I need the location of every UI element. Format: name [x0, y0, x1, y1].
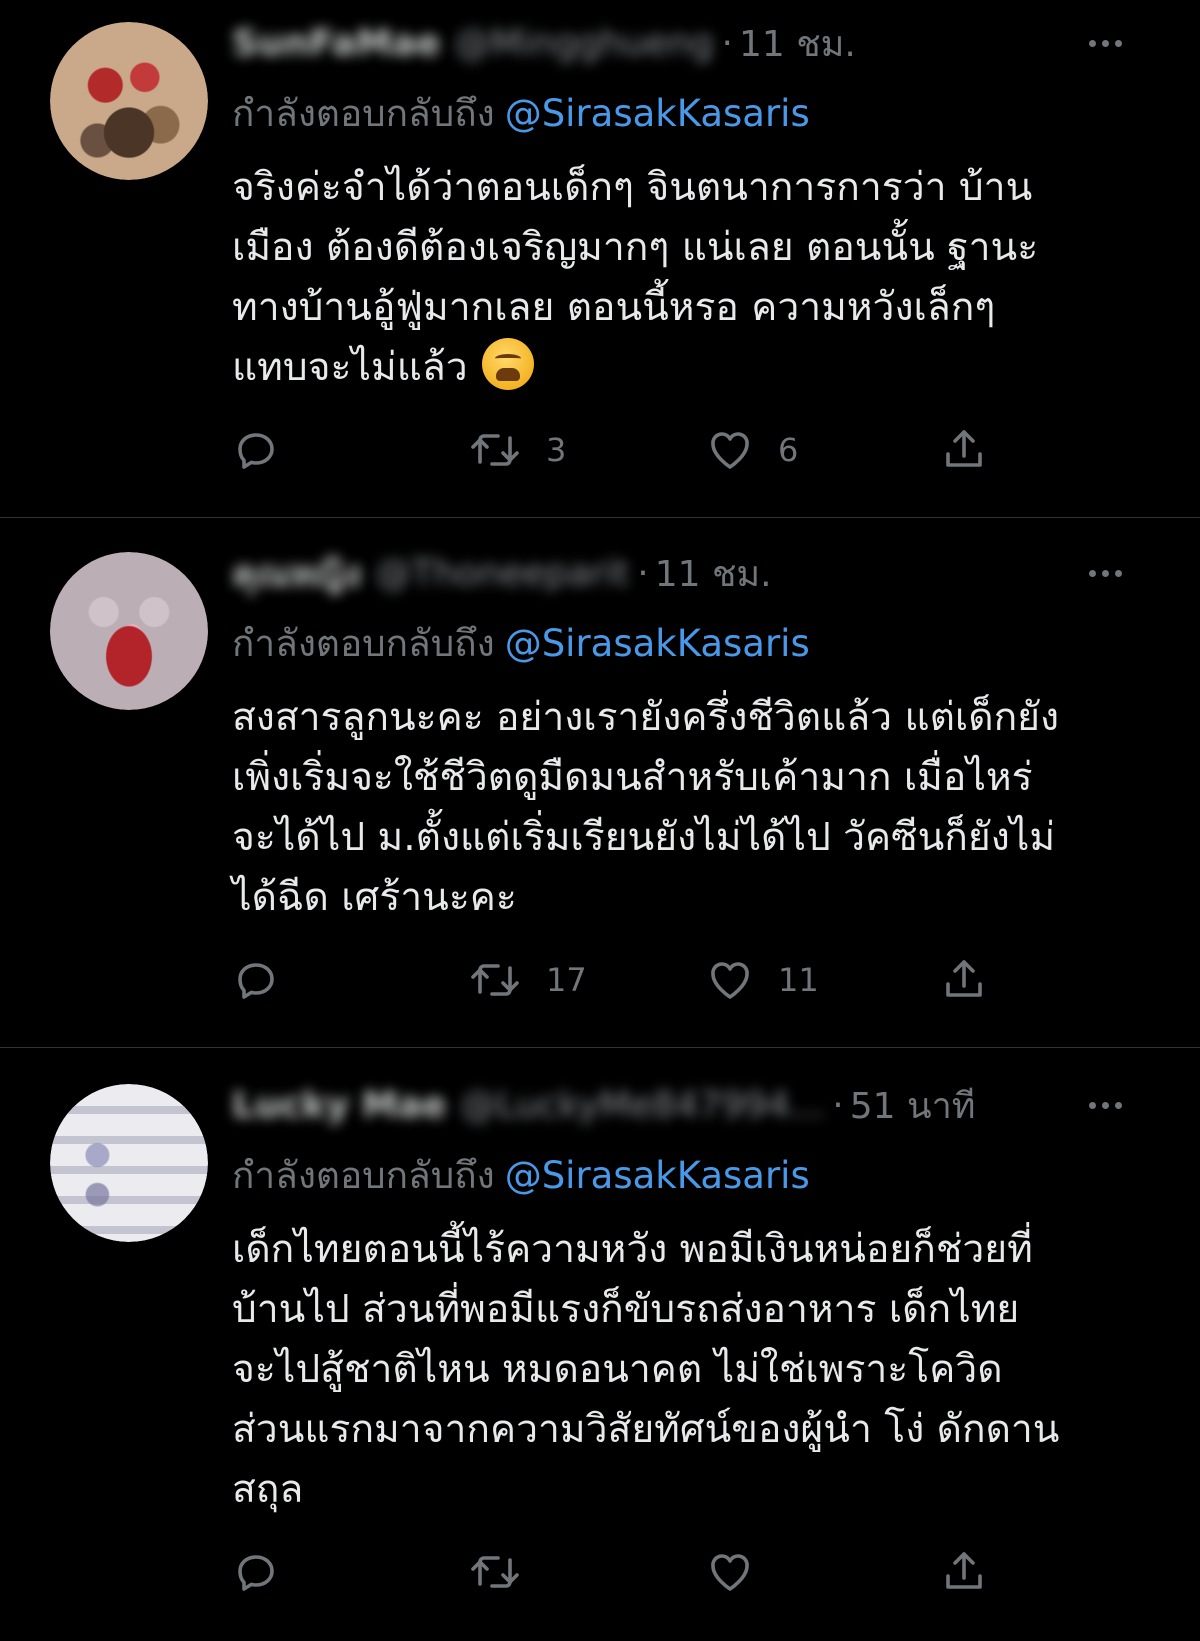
more-options-button[interactable] — [1080, 1080, 1130, 1130]
like-button[interactable]: 11 — [706, 950, 819, 1010]
mention-link[interactable]: @SirasakKasaris — [505, 1154, 810, 1197]
retweet-button[interactable] — [468, 1542, 546, 1602]
reply-button[interactable] — [232, 950, 280, 1010]
like-button[interactable]: 6 — [706, 420, 798, 480]
heart-icon — [711, 962, 749, 999]
tweet-text: สงสารลูกนะคะ อย่างเรายังครึ่งชีวิตแล้ว แ… — [232, 688, 1162, 928]
replying-prefix: กำลังตอบกลับถึง — [232, 1154, 495, 1197]
tweet-header: SunFaMae @Mingghueng · 11 ชม. — [232, 18, 856, 68]
replying-to: กำลังตอบกลับถึง @SirasakKasaris — [232, 614, 810, 673]
reply-tweet[interactable]: Lucky Mae @LuckyMe847994... · 51 นาที กำ… — [0, 1048, 1200, 1641]
heart-icon — [711, 1554, 749, 1591]
timestamp[interactable]: 11 ชม. — [739, 15, 856, 72]
retweet-icon — [471, 964, 519, 996]
tweet-text-line: จริงค่ะจำได้ว่าตอนเด็กๆ จินตนาการการว่า … — [232, 165, 1033, 210]
tweet-text-line: ส่วนแรกมาจากความวิสัยทัศน์ของผู้นำ โง่ ด… — [232, 1407, 1060, 1452]
retweet-button[interactable]: 3 — [468, 420, 566, 480]
share-icon — [946, 960, 982, 997]
tweet-text-line: เพิ่งเริ่มจะใช้ชีวิตดูมืดมนสำหรับเค้ามาก… — [232, 755, 1033, 800]
tweet-text-line: สงสารลูกนะคะ อย่างเรายังครึ่งชีวิตแล้ว แ… — [232, 695, 1060, 740]
share-button[interactable] — [940, 1542, 988, 1602]
tweet-header: คุณหญิง @Thoneeparit · 11 ชม. — [232, 548, 772, 598]
replying-to: กำลังตอบกลับถึง @SirasakKasaris — [232, 1146, 810, 1205]
separator-dot: · — [832, 1084, 844, 1126]
separator-dot: · — [637, 552, 649, 594]
tweet-text-line: บ้านไป ส่วนที่พอมีแรงก็ขับรถส่งอาหาร เด็… — [232, 1287, 1020, 1332]
user-handle[interactable]: @Mingghueng — [455, 23, 714, 64]
more-options-button[interactable] — [1080, 18, 1130, 68]
weary-face-emoji-icon — [481, 338, 534, 390]
reply-feed: SunFaMae @Mingghueng · 11 ชม. กำลังตอบกล… — [0, 0, 1200, 1641]
share-icon — [946, 1552, 982, 1589]
reply-bubble-icon — [238, 963, 274, 999]
retweet-count: 17 — [546, 961, 587, 999]
more-dots-icon — [1088, 1101, 1096, 1109]
display-name[interactable]: Lucky Mae — [232, 1085, 446, 1126]
tweet-text-line-last: แทบจะไม่แล้ว — [232, 338, 1162, 398]
reply-tweet[interactable]: คุณหญิง @Thoneeparit · 11 ชม. กำลังตอบกล… — [0, 518, 1200, 1048]
reply-tweet[interactable]: SunFaMae @Mingghueng · 11 ชม. กำลังตอบกล… — [0, 0, 1200, 518]
reply-bubble-icon — [238, 1555, 274, 1591]
tweet-text-line: จะไปสู้ชาติไหน หมดอนาคต ไม่ใช่เพราะโควิด — [232, 1347, 1003, 1392]
heart-icon — [711, 432, 749, 469]
replying-prefix: กำลังตอบกลับถึง — [232, 622, 495, 665]
display-name[interactable]: SunFaMae — [232, 23, 441, 64]
separator-dot: · — [721, 22, 733, 64]
like-count: 6 — [778, 431, 799, 469]
retweet-icon — [471, 434, 519, 466]
user-handle[interactable]: @Thoneeparit — [375, 553, 629, 594]
more-dots-icon — [1088, 569, 1096, 577]
tweet-text-line: ได้ฉีด เศร้านะคะ — [232, 875, 517, 920]
avatar[interactable] — [50, 1084, 208, 1242]
replying-to: กำลังตอบกลับถึง @SirasakKasaris — [232, 84, 810, 143]
tweet-text-line: จะได้ไป ม.ตั้งแต่เริ่มเรียนยังไม่ได้ไป ว… — [232, 815, 1056, 860]
reply-button[interactable] — [232, 420, 280, 480]
avatar[interactable] — [50, 552, 208, 710]
tweet-actions — [232, 1542, 1032, 1602]
tweet-text-line: สถุล — [232, 1467, 304, 1512]
like-count: 11 — [778, 961, 819, 999]
reply-button[interactable] — [232, 1542, 280, 1602]
tweet-text: จริงค่ะจำได้ว่าตอนเด็กๆ จินตนาการการว่า … — [232, 158, 1162, 398]
share-button[interactable] — [940, 420, 988, 480]
avatar[interactable] — [50, 22, 208, 180]
display-name[interactable]: คุณหญิง — [232, 545, 361, 602]
mention-link[interactable]: @SirasakKasaris — [505, 92, 810, 135]
tweet-text-line: เมือง ต้องดีต้องเจริญมากๆ แน่เลย ตอนนั้น… — [232, 225, 1039, 270]
mention-link[interactable]: @SirasakKasaris — [505, 622, 810, 665]
tweet-actions: 3 6 — [232, 420, 1032, 480]
more-dots-icon — [1088, 39, 1096, 47]
timestamp[interactable]: 11 ชม. — [655, 545, 772, 602]
retweet-icon — [471, 1556, 519, 1588]
tweet-text-line: ทางบ้านอู้ฟู่มากเลย ตอนนี้หรอ ความหวังเล… — [232, 285, 996, 330]
tweet-header: Lucky Mae @LuckyMe847994... · 51 นาที — [232, 1080, 976, 1130]
share-button[interactable] — [940, 950, 988, 1010]
tweet-text-line: เด็กไทยตอนนี้ไร้ความหวัง พอมีเงินหน่อยก็… — [232, 1227, 1033, 1272]
user-handle[interactable]: @LuckyMe847994... — [460, 1085, 824, 1126]
reply-bubble-icon — [238, 433, 274, 469]
replying-prefix: กำลังตอบกลับถึง — [232, 92, 495, 135]
tweet-actions: 17 11 — [232, 950, 1032, 1010]
tweet-text: เด็กไทยตอนนี้ไร้ความหวัง พอมีเงินหน่อยก็… — [232, 1220, 1162, 1520]
like-button[interactable] — [706, 1542, 778, 1602]
share-icon — [946, 430, 982, 467]
more-options-button[interactable] — [1080, 548, 1130, 598]
timestamp[interactable]: 51 นาที — [850, 1077, 976, 1134]
retweet-count: 3 — [546, 431, 567, 469]
retweet-button[interactable]: 17 — [468, 950, 587, 1010]
